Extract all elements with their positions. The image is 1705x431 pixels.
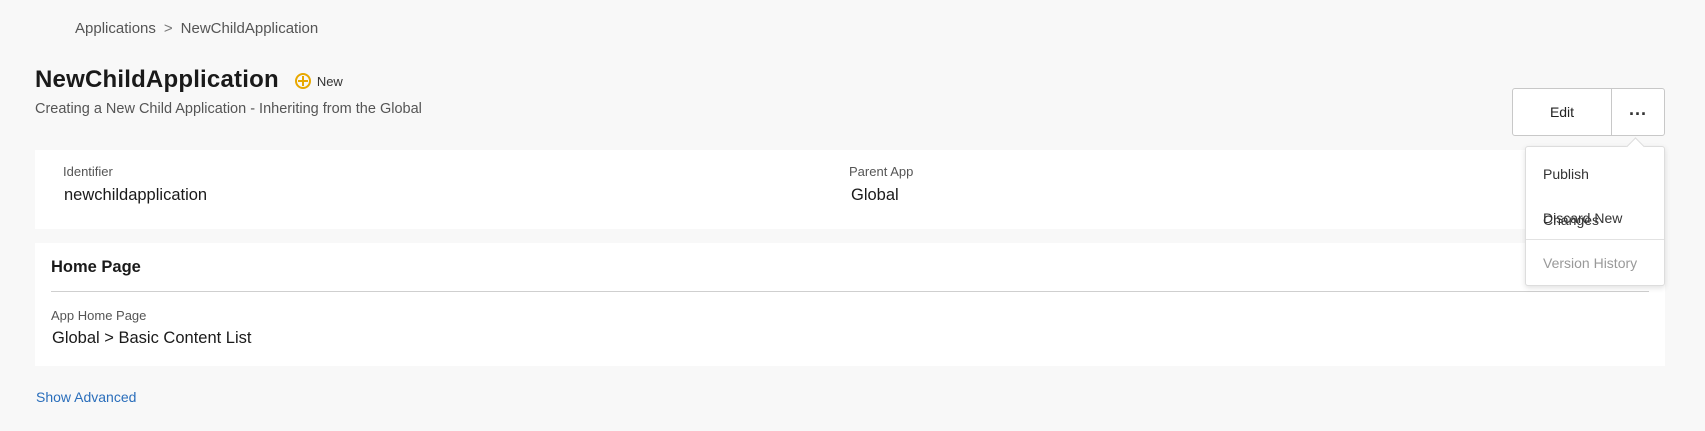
- actions-dropdown-menu: Publish Changes Discard New Version Hist…: [1525, 146, 1665, 286]
- menu-item-discard-new[interactable]: Discard New: [1526, 197, 1664, 239]
- more-actions-button[interactable]: ...: [1612, 89, 1664, 135]
- identifier-label: Identifier: [63, 164, 113, 179]
- parent-app-label: Parent App: [849, 164, 914, 179]
- menu-item-publish-changes[interactable]: Publish Changes: [1526, 151, 1664, 228]
- status-label: New: [316, 73, 343, 89]
- breadcrumb-applications-link[interactable]: Applications: [75, 20, 156, 37]
- status-badge: New: [294, 73, 343, 89]
- breadcrumb-current: NewChildApplication: [180, 20, 319, 37]
- app-detail-page: Applications > NewChildApplication NewCh…: [0, 0, 1705, 431]
- home-page-card: Home Page App Home Page Global > Basic C…: [35, 243, 1665, 366]
- action-buttons: Edit ...: [1512, 88, 1665, 136]
- section-divider: [51, 291, 1649, 292]
- breadcrumb: Applications > NewChildApplication: [75, 20, 318, 37]
- edit-button[interactable]: Edit: [1513, 89, 1612, 135]
- page-title: NewChildApplication: [35, 66, 279, 93]
- title-row: NewChildApplication New: [35, 66, 343, 94]
- identifier-value: newchildapplication: [64, 186, 208, 204]
- home-page-section-title: Home Page: [51, 258, 141, 276]
- plus-circle-icon: [294, 73, 311, 89]
- page-subtitle: Creating a New Child Application - Inher…: [35, 101, 422, 117]
- app-home-page-value: Global > Basic Content List: [52, 329, 252, 347]
- show-advanced-link[interactable]: Show Advanced: [36, 389, 136, 405]
- breadcrumb-separator: >: [163, 20, 173, 37]
- ellipsis-icon: ...: [1628, 99, 1647, 119]
- app-home-page-label: App Home Page: [51, 308, 147, 323]
- parent-app-value: Global: [851, 186, 899, 204]
- info-card: Identifier newchildapplication Parent Ap…: [35, 150, 1665, 229]
- menu-item-version-history: Version History: [1526, 239, 1664, 285]
